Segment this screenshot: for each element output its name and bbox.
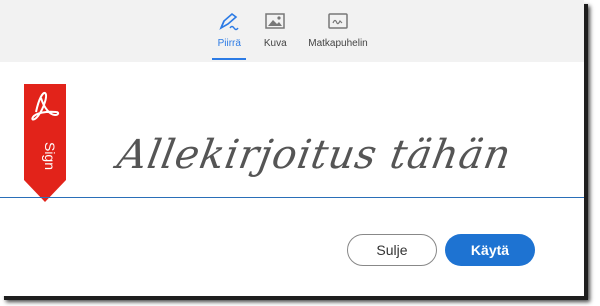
signature-placeholder[interactable]: Allekirjoitus tähän [114,132,515,178]
tab-mobile-label: Matkapuhelin [308,38,368,49]
ribbon-label: Sign [42,142,58,170]
apply-button[interactable]: Käytä [445,234,535,266]
image-icon [262,10,288,32]
pen-draw-icon [216,10,242,32]
mode-tabs: Piirrä Kuva Matkapuhelin [0,10,584,60]
signature-dialog: Piirrä Kuva Matkapuhelin Sign Allekirjoi… [0,0,584,296]
signature-baseline [0,197,584,198]
tab-image[interactable]: Kuva [258,10,292,60]
mode-toolbar: Piirrä Kuva Matkapuhelin [0,0,584,62]
tab-image-label: Kuva [263,38,287,49]
tab-draw[interactable]: Piirrä [212,10,247,60]
cancel-button[interactable]: Sulje [347,234,437,266]
tab-draw-label: Piirrä [217,38,241,49]
tab-mobile[interactable]: Matkapuhelin [304,10,371,60]
mobile-signature-icon [325,10,351,32]
sign-ribbon: Sign [24,84,66,204]
